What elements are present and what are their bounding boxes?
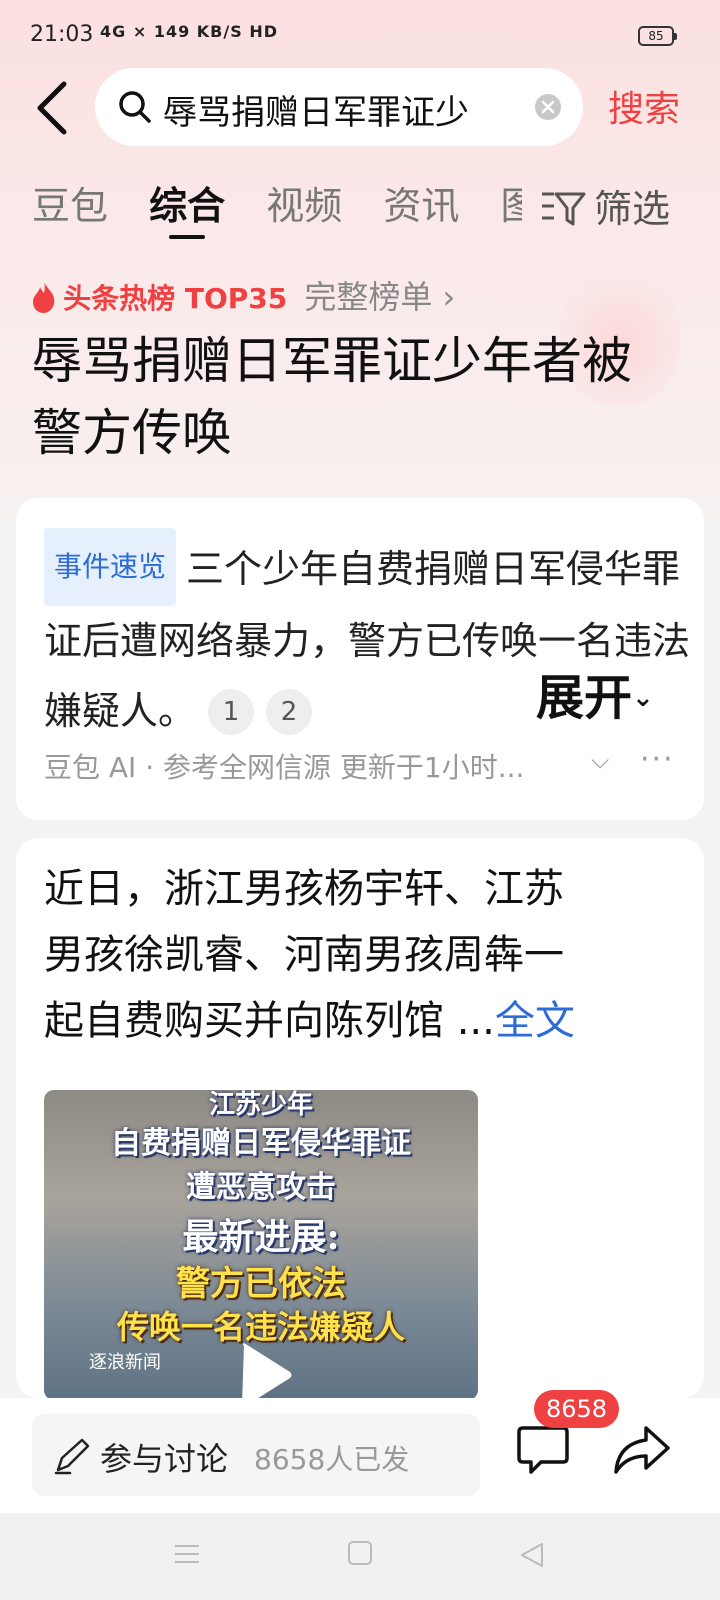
video-caption: 遭恶意攻击 [186, 1170, 336, 1205]
article-line: 起自费购买并向陈列馆 ... [44, 998, 495, 1044]
discuss-input[interactable]: 参与讨论 8658人已发 [32, 1414, 480, 1496]
expand-label: 展开 [536, 670, 633, 726]
status-time: 21:03 [30, 22, 94, 47]
video-caption: 警方已依法 [176, 1264, 346, 1304]
battery-icon: 85 [638, 26, 677, 46]
clear-icon[interactable] [535, 94, 561, 120]
article-text: 近日，浙江男孩杨宇轩、江苏 男孩徐凯睿、河南男孩周犇一 起自费购买并向陈列馆 .… [44, 856, 674, 1054]
comment-icon[interactable] [515, 1420, 571, 1476]
source-info: 豆包 AI · 参考全网信源 更新于1小时... [44, 751, 525, 784]
ai-summary-card: 事件速览 三个少年自费捐赠日军侵华罪证后遭网络暴力，警方已传唤一名违法嫌疑人。 1 2… [16, 498, 704, 820]
search-input[interactable]: 辱骂捐赠日军罪证少 [163, 85, 513, 129]
chevron-down-icon: ⌄ [632, 683, 654, 713]
tab-comprehensive[interactable]: 综合 [149, 175, 225, 239]
play-icon[interactable] [236, 1340, 296, 1398]
tab-bar: 豆包 综合 视频 资讯 图 [32, 175, 522, 245]
home-icon[interactable] [348, 1541, 372, 1565]
share-icon[interactable] [612, 1422, 672, 1478]
citation-badge[interactable]: 1 [208, 689, 255, 735]
event-tag: 事件速览 [44, 528, 177, 606]
article-line-last: 起自费购买并向陈列馆 ...全文 [44, 988, 674, 1054]
network-status: 4G × 149 KB/S HD [100, 22, 278, 41]
bottom-action-bar: 参与讨论 8658人已发 8658 [0, 1390, 720, 1513]
comment-count-badge: 8658 [534, 1390, 620, 1428]
nav-back-icon[interactable] [518, 1541, 546, 1569]
citation-badge[interactable]: 2 [266, 689, 313, 735]
page-title: 辱骂捐赠日军罪证少年者被警方传唤 [32, 332, 632, 462]
search-button[interactable]: 搜索 [608, 80, 680, 132]
chevron-down-icon[interactable]: ⌵ [591, 746, 609, 774]
discuss-label: 参与讨论 [100, 1440, 229, 1478]
tab-doubao[interactable]: 豆包 [32, 175, 108, 230]
filter-button[interactable]: 筛选 [540, 178, 670, 233]
system-nav-bar [0, 1513, 720, 1600]
hot-rank-label: 头条热榜 TOP35 [63, 282, 288, 315]
back-arrow-icon[interactable] [30, 80, 76, 136]
discuss-count: 8658人已发 [254, 1443, 410, 1476]
search-box[interactable]: 辱骂捐赠日军罪证少 [95, 68, 583, 146]
article-line: 男孩徐凯睿、河南男孩周犇一 [44, 932, 564, 978]
tab-image[interactable]: 图 [500, 175, 522, 230]
pen-icon [54, 1438, 90, 1475]
tab-news[interactable]: 资讯 [383, 175, 459, 230]
hot-rank-row[interactable]: 头条热榜 TOP35 完整榜单 › [30, 272, 455, 316]
menu-icon[interactable] [174, 1543, 200, 1565]
article-line: 近日，浙江男孩杨宇轩、江苏 [44, 866, 564, 912]
full-rank-link[interactable]: 完整榜单 › [304, 278, 455, 316]
video-caption: 最新进展: [182, 1216, 340, 1258]
tab-video[interactable]: 视频 [266, 175, 342, 230]
video-caption: 自费捐赠日军侵华罪证 [111, 1126, 411, 1161]
video-caption: 江苏少年 [208, 1090, 313, 1120]
filter-label: 筛选 [594, 187, 671, 231]
search-icon [119, 91, 151, 123]
fire-icon [33, 282, 55, 313]
filter-icon [542, 192, 586, 226]
status-bar: 21:03 4G × 149 KB/S HD 85 [0, 0, 720, 70]
full-text-link[interactable]: 全文 [495, 998, 575, 1044]
video-thumbnail[interactable]: 江苏少年 自费捐赠日军侵华罪证 遭恶意攻击 最新进展: 警方已依法 传唤一名违法… [44, 1090, 478, 1398]
article-card[interactable]: 近日，浙江男孩杨宇轩、江苏 男孩徐凯睿、河南男孩周犇一 起自费购买并向陈列馆 .… [16, 838, 704, 1398]
more-icon[interactable]: ··· [640, 742, 675, 777]
video-logo: 逐浪新闻 [89, 1352, 161, 1373]
expand-button[interactable]: 展开⌄ [526, 658, 654, 728]
